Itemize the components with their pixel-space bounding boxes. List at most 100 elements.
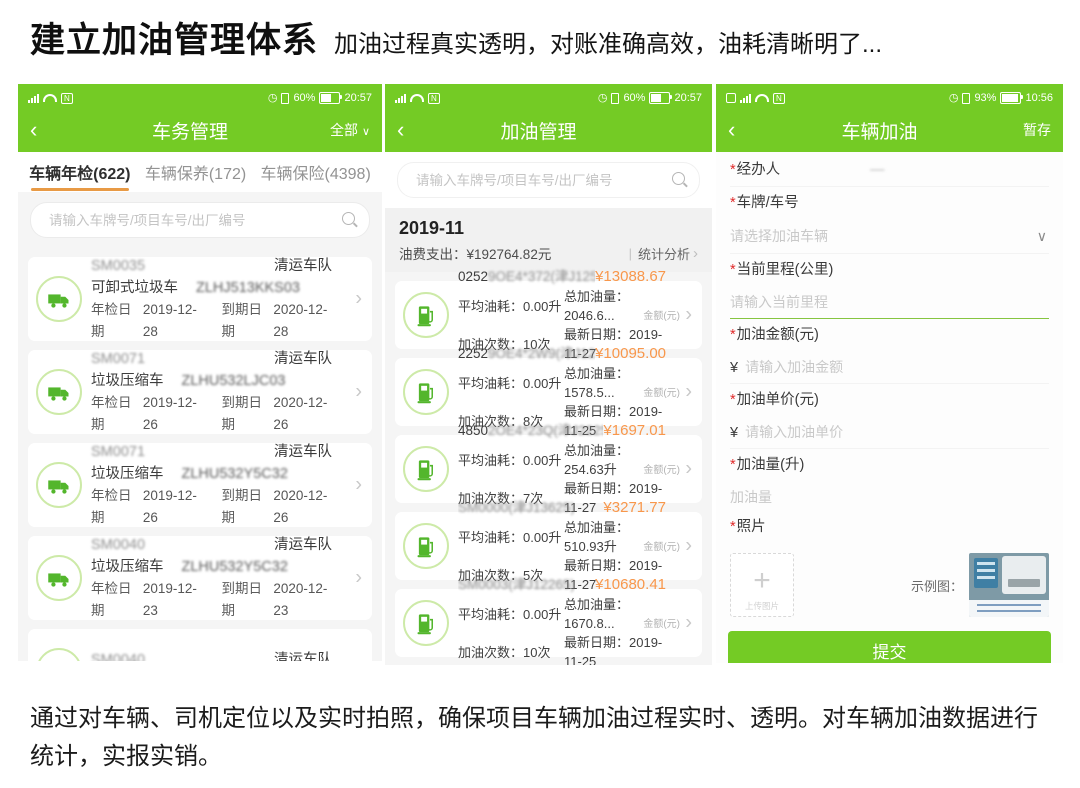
- fuel-pump-icon: [403, 369, 449, 415]
- total-fuel-label: 总加油量：: [564, 443, 629, 458]
- submit-button[interactable]: 提交: [728, 631, 1051, 663]
- inspection-date: 2019-12-23: [143, 578, 202, 622]
- expire-date-label: 到期日期: [222, 299, 268, 343]
- search-box[interactable]: [30, 202, 370, 238]
- vehicle-type: 垃圾压缩车: [91, 463, 164, 485]
- operator-row: *经办人 —: [730, 154, 1049, 187]
- phone2-statusbar: N ◷ 60% 20:57: [385, 84, 712, 112]
- back-icon[interactable]: ‹: [30, 120, 70, 140]
- vehicle-card[interactable]: SM0071 清运车队 垃圾压缩车 ZLHU532Y5C32 年检日期 2019…: [28, 443, 372, 527]
- fuel-cost: ¥10095.00: [595, 344, 666, 364]
- expire-date-label: 到期日期: [222, 392, 268, 436]
- inspection-date-label: 年检日期: [91, 485, 137, 529]
- fuel-record-card[interactable]: SM0003(津J12265) ¥10680.41 平均油耗：0.00升 总加油…: [395, 589, 702, 657]
- amount-unit-label: 金额(元): [643, 538, 680, 553]
- currency-symbol: ¥: [730, 425, 738, 441]
- chevron-right-icon: ›: [685, 535, 692, 558]
- price-input[interactable]: ¥请输入加油单价: [730, 416, 1049, 449]
- photo-row: + 上传图片 示例图：: [730, 547, 1049, 623]
- photo-label: 照片: [737, 519, 766, 535]
- fuel-record-card[interactable]: 22529OE4*2W9(津J12254) ¥10095.00 平均油耗：0.0…: [395, 358, 702, 426]
- wifi-icon: [755, 94, 769, 102]
- footer-text: 通过对车辆、司机定位以及实时拍照，确保项目车辆加油过程实时、透明。对车辆加油数据…: [30, 700, 1052, 776]
- fleet-name: 清运车队: [274, 255, 332, 277]
- license-plate: ZLHU532LJC03: [182, 370, 286, 392]
- total-fuel: 254.63升: [564, 462, 617, 477]
- notification-icon: [726, 93, 736, 103]
- vibrate-icon: [962, 93, 970, 104]
- phone1-tabs: 车辆年检(622) 车辆保养(172) 车辆保险(4398): [18, 152, 382, 192]
- search-box[interactable]: [397, 162, 700, 198]
- fuel-record-card[interactable]: 02529OE4*372(津J12545) ¥13088.67 平均油耗：0.0…: [395, 281, 702, 349]
- tab-maintenance[interactable]: 车辆保养(172): [143, 151, 248, 193]
- battery-percent: 93%: [974, 92, 996, 104]
- save-draft-button[interactable]: 暂存: [991, 120, 1051, 140]
- back-icon[interactable]: ‹: [397, 120, 437, 140]
- latest-date-label: 最新日期：: [564, 558, 629, 573]
- truck-icon: [36, 555, 82, 601]
- total-fuel: 1578.5...: [564, 385, 615, 400]
- phone1-title: 车务管理: [70, 117, 310, 144]
- vehicle-card[interactable]: SM0040 清运车队 年检日期 到期日期: [28, 629, 372, 661]
- vehicle-id: SM0040: [91, 649, 145, 661]
- price-label: 加油单价(元): [737, 392, 819, 408]
- vehicle-id: SM0035: [91, 255, 145, 277]
- fuel-pump-icon: [403, 292, 449, 338]
- chevron-right-icon: ›: [685, 381, 692, 404]
- avg-consumption-label: 平均油耗：: [458, 299, 523, 314]
- record-id-masked: 9OE4*372(津J12545): [488, 269, 595, 284]
- volume-input[interactable]: 加油量: [730, 481, 1049, 513]
- search-input[interactable]: [47, 212, 335, 229]
- inspection-date: 2019-12-28: [143, 299, 202, 343]
- phone-vehicle-management: N ◷ 60% 20:57 ‹ 车务管理 全部 ∨ 车辆年检(622) 车辆保养…: [18, 84, 382, 661]
- page-header: 建立加油管理体系 加油过程真实透明，对账准确高效，油耗清晰明了...: [30, 12, 1060, 63]
- fuel-record-card[interactable]: SM0000(津J13625) ¥3271.77 平均油耗：0.00升 总加油量…: [395, 512, 702, 580]
- signal-icon: [28, 93, 39, 103]
- stats-analysis-link[interactable]: | 统计分析 ›: [629, 244, 698, 263]
- battery-icon: [649, 92, 670, 104]
- back-icon[interactable]: ‹: [728, 120, 768, 140]
- amount-label-row: *加油金额(元): [730, 319, 1049, 351]
- vehicle-type: 可卸式垃圾车: [91, 277, 178, 299]
- phone1-statusbar: N ◷ 60% 20:57: [18, 84, 382, 112]
- record-id: 2252: [458, 346, 488, 361]
- total-fuel-label: 总加油量：: [564, 520, 629, 535]
- truck-icon: [36, 462, 82, 508]
- fuel-cost: ¥10680.41: [595, 575, 666, 595]
- amount-input[interactable]: ¥请输入加油金额: [730, 351, 1049, 384]
- upload-photo-button[interactable]: + 上传图片: [730, 553, 794, 617]
- chevron-right-icon: ›: [355, 288, 362, 311]
- fuel-record-card[interactable]: 48502OE4*23Q(津J22256) ¥1697.01 平均油耗：0.00…: [395, 435, 702, 503]
- phone1-navbar: ‹ 车务管理 全部 ∨: [18, 112, 382, 152]
- page-title: 建立加油管理体系: [30, 12, 318, 63]
- record-id: 4850: [458, 423, 488, 438]
- chevron-right-icon: ›: [685, 458, 692, 481]
- vehicle-card[interactable]: SM0035 清运车队 可卸式垃圾车 ZLHJ513KKS03 年检日期 201…: [28, 257, 372, 341]
- fleet-name: 清运车队: [274, 649, 332, 661]
- phone3-title: 车辆加油: [768, 117, 991, 144]
- page: 建立加油管理体系 加油过程真实透明，对账准确高效，油耗清晰明了... N ◷ 6…: [0, 0, 1080, 788]
- tab-insurance[interactable]: 车辆保险(4398): [259, 151, 373, 193]
- fuel-pump-icon: [403, 446, 449, 492]
- search-input[interactable]: [414, 172, 665, 189]
- alarm-icon: ◷: [598, 93, 608, 104]
- mileage-label: 当前里程(公里): [737, 262, 834, 278]
- amount-unit-label: 金额(元): [643, 615, 680, 630]
- total-fuel-label: 总加油量：: [564, 366, 629, 381]
- filter-all-button[interactable]: 全部 ∨: [310, 120, 370, 140]
- mileage-input[interactable]: 请输入当前里程: [730, 286, 1049, 319]
- phone1-header: N ◷ 60% 20:57 ‹ 车务管理 全部 ∨: [18, 84, 382, 152]
- expire-date-label: 到期日期: [222, 578, 268, 622]
- search-icon: [672, 172, 685, 185]
- vehicle-select[interactable]: 请选择加油车辆 ∨: [730, 219, 1049, 254]
- fuel-cost: ¥3271.77: [603, 498, 666, 518]
- vehicle-card[interactable]: SM0071 清运车队 垃圾压缩车 ZLHU532LJC03 年检日期 2019…: [28, 350, 372, 434]
- example-photo: [969, 553, 1049, 617]
- vehicle-id: SM0071: [91, 441, 145, 463]
- phone2-header: N ◷ 60% 20:57 ‹ 加油管理: [385, 84, 712, 152]
- vehicle-card[interactable]: SM0040 清运车队 垃圾压缩车 ZLHU532Y5C32 年检日期 2019…: [28, 536, 372, 620]
- volume-label-row: *加油量(升): [730, 449, 1049, 481]
- tab-annual-inspection[interactable]: 车辆年检(622): [27, 151, 132, 193]
- vibrate-icon: [611, 93, 619, 104]
- vehicle-select-placeholder: 请选择加油车辆: [730, 228, 828, 244]
